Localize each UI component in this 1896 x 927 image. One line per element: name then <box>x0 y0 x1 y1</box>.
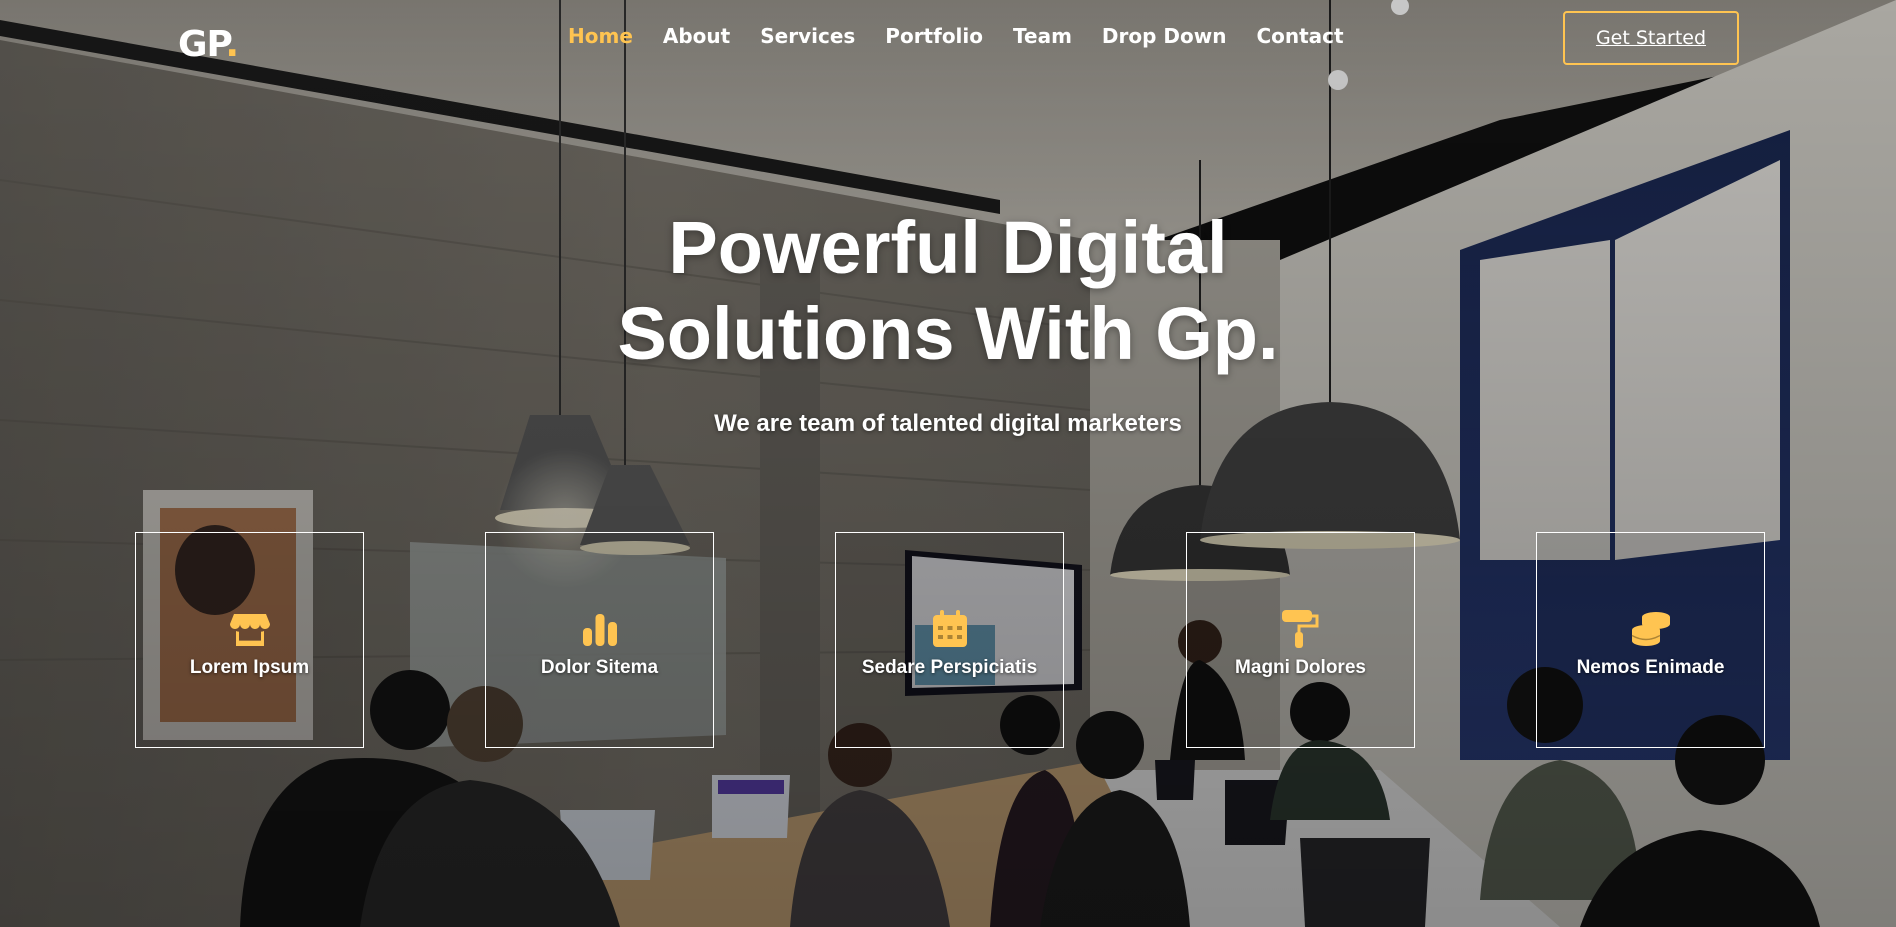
feature-label: Nemos Enimade <box>1576 657 1725 678</box>
bar-chart-icon <box>578 609 622 649</box>
hero-title-line1: Powerful Digital <box>668 206 1228 289</box>
feature-box-magni-dolores[interactable]: Magni Dolores <box>1186 532 1415 748</box>
feature-label: Magni Dolores <box>1235 657 1366 678</box>
nav-about[interactable]: About <box>663 24 730 48</box>
hero-title-line2: Solutions With Gp. <box>617 292 1279 375</box>
feature-box-sedare-perspiciatis[interactable]: Sedare Perspiciatis <box>835 532 1064 748</box>
main-nav: Home About Services Portfolio Team Drop … <box>568 24 1374 48</box>
feature-label: Lorem Ipsum <box>189 657 310 678</box>
nav-home[interactable]: Home <box>568 24 633 48</box>
logo[interactable]: GP. <box>178 24 239 65</box>
feature-label: Sedare Perspiciatis <box>861 657 1038 678</box>
hero-subtitle: We are team of talented digital marketer… <box>714 410 1182 437</box>
feature-box-dolor-sitema[interactable]: Dolor Sitema <box>485 532 714 748</box>
logo-dot: . <box>225 24 239 65</box>
feature-box-nemos-enimade[interactable]: Nemos Enimade <box>1536 532 1765 748</box>
nav-team[interactable]: Team <box>1013 24 1072 48</box>
feature-box-lorem-ipsum[interactable]: Lorem Ipsum <box>135 532 364 748</box>
hero-title: Powerful Digital Solutions With Gp. <box>0 205 1896 377</box>
nav-drop-down[interactable]: Drop Down <box>1102 24 1227 48</box>
feature-label: Dolor Sitema <box>540 657 659 678</box>
nav-contact[interactable]: Contact <box>1256 24 1343 48</box>
database-icon <box>1629 609 1673 649</box>
paint-roller-icon <box>1279 609 1323 649</box>
hero-background-image <box>0 0 1896 927</box>
get-started-button[interactable]: Get Started <box>1563 11 1739 65</box>
nav-portfolio[interactable]: Portfolio <box>885 24 983 48</box>
store-icon <box>228 609 272 649</box>
nav-services[interactable]: Services <box>760 24 855 48</box>
calendar-icon <box>928 609 972 649</box>
logo-text: GP <box>178 24 226 65</box>
